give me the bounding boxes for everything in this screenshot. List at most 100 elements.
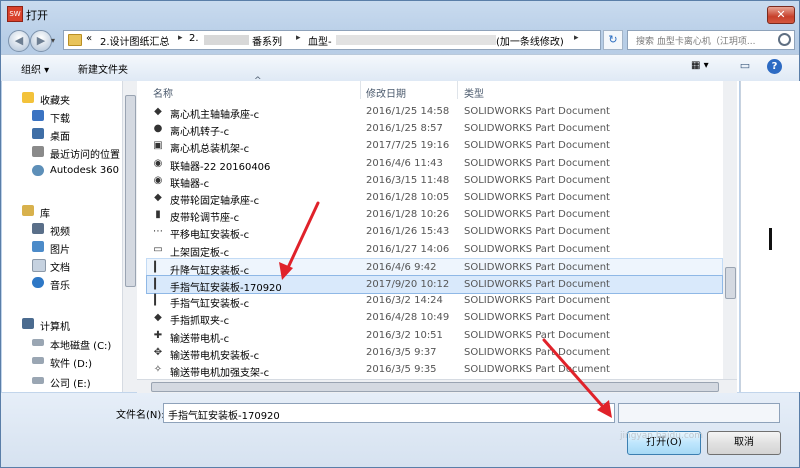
solidworks-part-icon: ✚ xyxy=(153,329,163,341)
sidebar-item-music[interactable]: 音乐 xyxy=(2,274,122,292)
search-placeholder: 搜索 血型卡离心机（江玥项... xyxy=(636,37,756,47)
change-view-icon[interactable]: ▦ ▾ xyxy=(691,60,709,71)
sidebar-item-documents[interactable]: 文档 xyxy=(2,256,122,274)
filename-input[interactable]: 手指气缸安装板-170920 xyxy=(163,403,615,423)
search-icon xyxy=(778,33,791,46)
breadcrumb-overflow[interactable]: « xyxy=(86,33,92,44)
column-header-name[interactable]: 名称 xyxy=(153,85,173,103)
file-row[interactable]: ● 离心机转子-c 2016/1/25 8:57 SOLIDWORKS Part Do… xyxy=(147,120,722,138)
forward-button[interactable]: ▶ xyxy=(30,30,52,52)
file-type: SOLIDWORKS Part Document xyxy=(464,295,610,307)
breadcrumb-item[interactable]: (加一条线修改) xyxy=(496,33,564,48)
file-type: SOLIDWORKS Part Document xyxy=(464,364,610,375)
column-divider[interactable] xyxy=(457,81,458,99)
drive-icon xyxy=(32,357,44,364)
file-row[interactable]: ◉ 联轴器-c 2016/3/15 11:48 SOLIDWORKS Part Doc… xyxy=(147,172,722,190)
solidworks-app-icon: SW xyxy=(7,6,23,22)
sidebar-item-label: 音乐 xyxy=(50,281,70,292)
sidebar-item-desktop[interactable]: 桌面 xyxy=(2,125,122,143)
sidebar-item-computer[interactable]: 计算机 xyxy=(2,315,122,333)
file-row[interactable]: ▎ 手指气缸安装板-170920 2017/9/20 10:12 SOLIDWORKS… xyxy=(146,275,723,294)
file-row[interactable]: ▮ 皮带轮调节座-c 2016/1/28 10:26 SOLIDWORKS Part … xyxy=(147,206,722,224)
file-row[interactable]: ✥ 输送带电机安装板-c 2016/3/5 9:37 SOLIDWORKS Part … xyxy=(147,344,722,362)
refresh-button[interactable]: ↻ xyxy=(603,30,623,50)
file-row[interactable]: ⋯ 平移电缸安装板-c 2016/1/26 15:43 SOLIDWORKS Part… xyxy=(147,223,722,241)
file-row[interactable]: ▎ 升降气缸安装板-c 2016/4/6 9:42 SOLIDWORKS Part D… xyxy=(146,257,723,277)
back-button[interactable]: ◀ xyxy=(8,30,30,52)
solidworks-part-icon: ▎ xyxy=(154,279,162,290)
column-header-type[interactable]: 类型 xyxy=(464,85,484,103)
file-type: SOLIDWORKS Part Document xyxy=(464,140,610,152)
file-row[interactable]: ▣ 离心机总装机架-c 2017/7/25 19:16 SOLIDWORKS Part… xyxy=(147,137,722,155)
horizontal-scroll-thumb[interactable] xyxy=(151,382,719,392)
file-modified-date: 2016/3/2 14:24 xyxy=(366,295,443,307)
breadcrumb-separator-icon[interactable]: ▸ xyxy=(296,33,301,43)
sidebar-item-pictures[interactable]: 图片 xyxy=(2,238,122,256)
column-header-date[interactable]: 修改日期 xyxy=(366,85,406,103)
solidworks-part-icon: ◆ xyxy=(154,106,162,117)
organize-menu[interactable]: 组织 ▾ xyxy=(21,61,49,76)
file-modified-date: 2016/4/28 10:49 xyxy=(366,312,450,324)
sidebar-item-drive-d[interactable]: 软件 (D:) xyxy=(2,352,122,370)
file-row[interactable]: ◆ 皮带轮固定轴承座-c 2016/1/28 10:05 SOLIDWORKS Par… xyxy=(147,189,722,207)
file-modified-date: 2016/1/26 15:43 xyxy=(366,226,450,238)
recent-locations-dropdown[interactable]: ▾ xyxy=(51,36,55,45)
breadcrumb-item[interactable]: 2. xyxy=(189,33,199,44)
file-row[interactable]: ▎ 手指气缸安装板-c 2016/3/2 14:24 SOLIDWORKS Part … xyxy=(147,292,722,311)
recent-places-icon xyxy=(32,146,44,157)
sidebar-item-label: Autodesk 360 xyxy=(50,165,119,176)
search-box[interactable]: 搜索 血型卡离心机（江玥项... xyxy=(627,30,795,50)
sidebar-item-label: 视频 xyxy=(50,227,70,238)
file-modified-date: 2016/3/5 9:35 xyxy=(366,364,437,375)
address-bar[interactable]: « 2.设计图纸汇总 ▸ 2. 番系列 ▸ 血型- (加一条线修改) ▸ ▾ xyxy=(63,30,648,50)
sidebar-item-drive-c[interactable]: 本地磁盘 (C:) xyxy=(2,334,122,352)
sidebar-item-label: 收藏夹 xyxy=(40,96,70,107)
pictures-icon xyxy=(32,241,44,252)
file-name: 手指气缸安装板-c xyxy=(170,299,250,311)
file-row[interactable]: ▭ 上架固定板-c 2016/1/27 14:06 SOLIDWORKS Part D… xyxy=(147,241,722,259)
solidworks-part-icon: ⋯ xyxy=(153,226,163,238)
new-folder-button[interactable]: 新建文件夹 xyxy=(78,61,128,76)
breadcrumb-item[interactable]: 血型- xyxy=(308,33,332,48)
star-icon xyxy=(22,92,34,103)
file-list-scroll-thumb[interactable] xyxy=(725,267,736,299)
sidebar-item-favorites[interactable]: 收藏夹 xyxy=(2,89,122,107)
file-modified-date: 2016/3/5 9:37 xyxy=(366,346,437,358)
horizontal-scrollbar[interactable] xyxy=(137,379,737,393)
help-icon: ? xyxy=(771,61,778,72)
breadcrumb-separator-icon[interactable]: ▸ xyxy=(574,33,579,43)
drive-icon xyxy=(32,339,44,346)
breadcrumb-item[interactable]: 2.设计图纸汇总 xyxy=(100,33,170,48)
sidebar-scrollbar[interactable] xyxy=(122,81,137,392)
file-type: SOLIDWORKS Part Document xyxy=(464,312,610,324)
solidworks-part-icon: ◉ xyxy=(153,174,163,186)
solidworks-part-icon: ✧ xyxy=(153,364,163,375)
file-type-select[interactable] xyxy=(618,403,780,423)
file-row[interactable]: ✚ 输送带电机-c 2016/3/2 10:51 SOLIDWORKS Part Do… xyxy=(147,327,722,345)
file-modified-date: 2016/1/28 10:05 xyxy=(366,192,450,203)
documents-icon xyxy=(32,259,46,272)
sidebar-item-videos[interactable]: 视频 xyxy=(2,220,122,238)
cancel-button[interactable]: 取消 xyxy=(707,431,781,455)
sidebar-item-libraries[interactable]: 库 xyxy=(2,202,122,220)
music-icon xyxy=(32,277,44,288)
help-button[interactable]: ? xyxy=(767,59,782,74)
file-row[interactable]: ◆ 手指抓取夹-c 2016/4/28 10:49 SOLIDWORKS Part D… xyxy=(147,309,722,327)
breadcrumb-separator-icon[interactable]: ▸ xyxy=(178,33,183,43)
breadcrumb-item[interactable]: 番系列 xyxy=(252,33,282,48)
preview-pane-icon[interactable]: ▭ xyxy=(737,59,753,74)
sidebar-scroll-thumb[interactable] xyxy=(125,95,136,287)
sidebar-item-recent-places[interactable]: 最近访问的位置 xyxy=(2,143,122,161)
file-list-scrollbar[interactable] xyxy=(723,81,737,381)
file-row[interactable]: ✧ 输送带电机加强支架-c 2016/3/5 9:35 SOLIDWORKS Part… xyxy=(147,361,722,379)
close-button[interactable]: ✕ xyxy=(767,6,795,24)
part-preview-thumbnail xyxy=(769,228,772,250)
solidworks-part-icon: ◆ xyxy=(154,312,162,324)
sidebar-item-drive-e[interactable]: 公司 (E:) xyxy=(2,372,122,390)
sidebar-item-downloads[interactable]: 下载 xyxy=(2,107,122,125)
column-divider[interactable] xyxy=(360,81,361,99)
file-row[interactable]: ◉ 联轴器-22 20160406 2016/4/6 11:43 SOLIDWORKS… xyxy=(147,155,722,173)
file-row[interactable]: ◆ 离心机主轴轴承座-c 2016/1/25 14:58 SOLIDWORKS Par… xyxy=(147,103,722,121)
solidworks-part-icon: ▣ xyxy=(153,140,163,152)
sidebar-item-autodesk-360[interactable]: Autodesk 360 xyxy=(2,162,122,179)
